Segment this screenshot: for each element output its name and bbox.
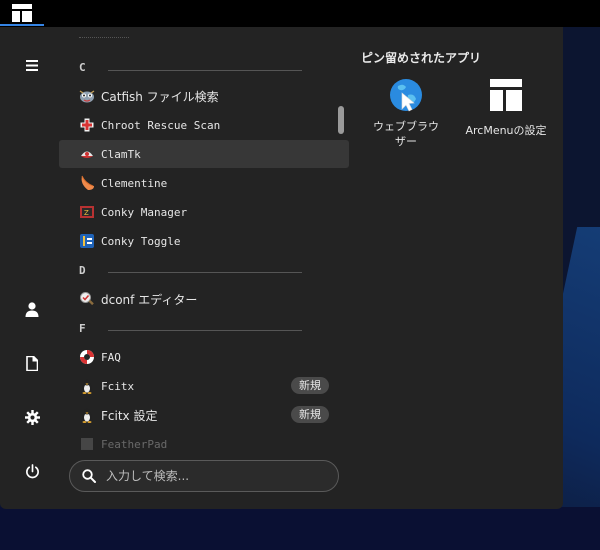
app-item-clamtk[interactable]: ClamTk	[59, 140, 349, 168]
app-label: Catfish ファイル検索	[101, 89, 219, 104]
app-item-conky-manager[interactable]: Z Conky Manager	[59, 198, 349, 226]
medical-cross-icon	[79, 117, 95, 133]
app-label: Fcitx 設定	[101, 408, 158, 423]
scrolled-row-edge	[79, 37, 129, 42]
app-label: ClamTk	[101, 147, 141, 161]
app-item-featherpad[interactable]: FeatherPad	[59, 430, 349, 458]
conky-manager-icon: Z	[79, 204, 95, 220]
new-badge: 新規	[291, 406, 329, 423]
clementine-icon	[79, 175, 95, 191]
power-button[interactable]	[14, 453, 50, 489]
app-label: FAQ	[101, 350, 121, 364]
settings-button[interactable]	[14, 399, 50, 435]
app-label: Chroot Rescue Scan	[101, 118, 221, 132]
catfish-icon	[79, 88, 95, 104]
app-item-faq[interactable]: FAQ	[59, 343, 349, 371]
app-item-dconf-editor[interactable]: dconf エディター	[59, 285, 349, 313]
layout-icon	[490, 79, 522, 111]
arcmenu-button[interactable]	[0, 0, 44, 26]
pinned-apps-title: ピン留めされたアプリ	[361, 51, 482, 65]
menu-sidebar	[0, 27, 60, 509]
hamburger-icon	[26, 59, 38, 71]
pinned-label: ウェブブラウ ザー	[373, 120, 439, 148]
app-item-clementine[interactable]: Clementine	[59, 169, 349, 197]
section-header-d: D	[79, 264, 86, 277]
search-input[interactable]	[104, 468, 318, 484]
penguin-icon	[79, 407, 95, 423]
hamburger-button[interactable]	[14, 47, 50, 83]
dconf-icon	[79, 291, 95, 307]
app-item-fcitx[interactable]: Fcitx 新規	[59, 372, 349, 400]
app-list[interactable]: C Catfish ファイル検索 Chroot Rescue Scan Clam…	[59, 37, 349, 467]
app-label: FeatherPad	[101, 437, 168, 451]
pinned-arcmenu-settings[interactable]: ArcMenuの設定	[456, 79, 556, 138]
app-label: Fcitx	[101, 379, 135, 393]
layout-icon	[12, 4, 32, 22]
section-divider	[108, 70, 302, 71]
app-item-catfish[interactable]: Catfish ファイル検索	[59, 82, 349, 110]
conky-toggle-icon	[79, 233, 95, 249]
gear-icon	[24, 409, 40, 425]
user-icon	[25, 301, 39, 317]
documents-button[interactable]	[14, 345, 50, 381]
user-button[interactable]	[14, 291, 50, 327]
search-icon	[82, 469, 96, 483]
penguin-icon	[79, 378, 95, 394]
search-box[interactable]	[69, 460, 339, 492]
app-item-conky-toggle[interactable]: Conky Toggle	[59, 227, 349, 255]
featherpad-icon	[79, 436, 95, 452]
app-label: dconf エディター	[101, 292, 198, 307]
app-item-fcitx-settings[interactable]: Fcitx 設定 新規	[59, 401, 349, 429]
section-divider	[108, 272, 302, 273]
web-browser-icon	[390, 79, 422, 112]
section-divider	[108, 330, 302, 331]
svg-text:Z: Z	[84, 209, 89, 217]
arcmenu-popup: C Catfish ファイル検索 Chroot Rescue Scan Clam…	[0, 27, 563, 509]
app-label: Conky Toggle	[101, 234, 181, 248]
pinned-label: ArcMenuの設定	[465, 124, 547, 137]
document-icon	[26, 355, 38, 371]
app-label: Clementine	[101, 176, 168, 190]
app-label: Conky Manager	[101, 205, 188, 219]
wallpaper-bottom	[0, 507, 600, 550]
pinned-web-browser[interactable]: ウェブブラウ ザー	[356, 77, 456, 149]
app-list-scrollbar[interactable]	[338, 106, 344, 134]
top-panel	[0, 0, 600, 27]
power-icon	[25, 463, 39, 478]
clamtk-icon	[79, 146, 95, 162]
lifebuoy-icon	[79, 349, 95, 365]
section-header-c: C	[79, 61, 86, 74]
app-item-chroot-rescue-scan[interactable]: Chroot Rescue Scan	[59, 111, 349, 139]
section-header-f: F	[79, 322, 86, 335]
new-badge: 新規	[291, 377, 329, 394]
